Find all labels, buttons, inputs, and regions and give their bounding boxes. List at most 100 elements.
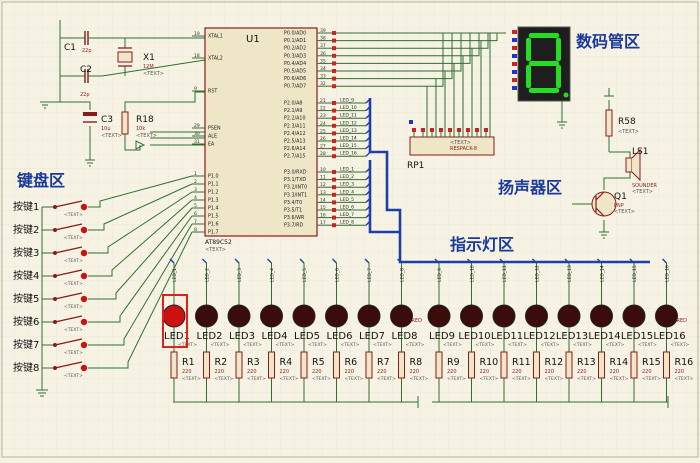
net-label: LED_13	[340, 128, 357, 134]
mcu-pin-number: 14	[320, 197, 326, 203]
led-resistor[interactable]	[533, 351, 540, 379]
resistor-label: R4	[280, 357, 293, 368]
led-resistor[interactable]	[565, 351, 573, 379]
led-lamp-icon[interactable]	[325, 304, 348, 328]
led-lamp-icon[interactable]	[227, 304, 251, 328]
rp1-ref: RP1	[407, 161, 424, 171]
resistor-label: R14	[610, 357, 629, 368]
seg-pin-marker	[512, 46, 517, 50]
mcu-pin-name: P3.6/WR	[284, 215, 305, 221]
key-button-icon[interactable]	[80, 318, 88, 326]
led-resistor[interactable]	[398, 351, 405, 379]
key-button-icon[interactable]	[80, 226, 88, 234]
mcu-pin-number: 2	[194, 179, 197, 185]
mcu-pin-name: P2.7/A15	[284, 154, 306, 160]
led-resistor[interactable]	[500, 351, 508, 379]
led-text: <TEXT>	[476, 342, 495, 348]
led-net-label: LED_8	[400, 268, 406, 282]
resistor-label: R5	[312, 357, 325, 368]
x1-value: 12M	[143, 64, 154, 70]
led-lamp-icon[interactable]	[655, 304, 678, 328]
key-button-icon[interactable]	[80, 249, 88, 257]
resistor-value: 220	[642, 369, 652, 375]
r58-text: <TEXT>	[618, 129, 639, 135]
led-lamp-icon[interactable]	[162, 304, 186, 328]
rp1-pin-marker	[448, 128, 452, 132]
led-lamp-icon[interactable]	[357, 304, 381, 328]
key-text: <TEXT>	[64, 258, 83, 264]
mcu-pin-number: 34	[320, 66, 326, 72]
segment-on	[526, 65, 531, 88]
mcu-pin-number: 12	[320, 182, 326, 188]
led-lamp-icon[interactable]	[557, 304, 581, 328]
key-button-icon[interactable]	[80, 341, 88, 349]
mcu-pin-name: P2.0/A8	[284, 101, 302, 107]
rp1-pin-marker	[409, 120, 413, 124]
led-lamp-icon[interactable]	[622, 304, 646, 328]
net-label: LED_2	[340, 174, 354, 180]
mcu-pin-name: P0.4/AD4	[284, 61, 306, 67]
resistor-text: <TEXT>	[447, 376, 466, 382]
led-text: <TEXT>	[373, 342, 392, 348]
led-resistor[interactable]	[170, 351, 178, 379]
key-contact	[53, 320, 57, 324]
led-resistor[interactable]	[365, 351, 373, 379]
key-button-icon[interactable]	[80, 295, 88, 303]
pin-state-marker	[332, 123, 336, 128]
key-text: <TEXT>	[64, 281, 83, 287]
led-lamp-icon[interactable]	[525, 304, 548, 328]
resistor-r18[interactable]	[121, 111, 129, 135]
led-resistor[interactable]	[300, 351, 308, 379]
led-lamp-icon[interactable]	[390, 304, 413, 328]
key-button-icon[interactable]	[80, 364, 88, 372]
net-label: LED_5	[340, 197, 354, 203]
led-resistor[interactable]	[203, 351, 210, 379]
pin-state-marker	[332, 154, 336, 159]
resistor-text: <TEXT>	[345, 376, 364, 382]
led-resistor[interactable]	[333, 351, 340, 379]
led-lamp-icon[interactable]	[260, 304, 283, 328]
led-label: LED9	[429, 331, 455, 342]
seven-segment-display[interactable]	[517, 26, 571, 102]
led-resistor[interactable]	[663, 351, 670, 379]
mcu-pin-number: 4	[194, 195, 197, 201]
resistor-text: <TEXT>	[512, 376, 531, 382]
mcu-pin-name: P2.1/A9	[284, 108, 302, 114]
led-resistor[interactable]	[598, 351, 605, 379]
mcu-pin-name: P0.2/AD2	[284, 46, 306, 52]
mcu-pin-name: P3.4/T0	[284, 200, 302, 206]
pin-state-marker	[332, 215, 336, 220]
led-net-label: LED_6	[335, 268, 341, 282]
led-lamp-icon[interactable]	[195, 304, 218, 328]
key-button-icon[interactable]	[80, 203, 88, 211]
led-resistor[interactable]	[235, 351, 243, 379]
resistor-r58[interactable]	[605, 109, 613, 137]
resistor-label: R3	[247, 357, 260, 368]
key-contact	[53, 297, 57, 301]
transistor-q1[interactable]	[591, 191, 617, 217]
c3-text: <TEXT>	[101, 133, 122, 139]
key-text: <TEXT>	[64, 212, 83, 218]
pin-state-marker	[332, 146, 336, 151]
pin-state-marker	[332, 108, 336, 113]
mcu-pin-name: P2.3/A11	[284, 123, 306, 129]
mcu-pin-number: 35	[320, 58, 326, 64]
key-text: <TEXT>	[64, 350, 83, 356]
led-resistor[interactable]	[468, 351, 475, 379]
led-resistor[interactable]	[630, 351, 638, 379]
led-lamp-icon[interactable]	[590, 304, 613, 328]
led-lamp-icon[interactable]	[292, 304, 316, 328]
x1-ref: X1	[143, 53, 155, 63]
mcu-pin-name: P0.1/AD1	[284, 38, 306, 44]
mcu-pin-name: P0.5/AD5	[284, 69, 306, 75]
led-resistor[interactable]	[435, 351, 443, 379]
led-resistor[interactable]	[268, 351, 275, 379]
led-lamp-icon[interactable]	[427, 304, 451, 328]
key-button-icon[interactable]	[80, 272, 88, 280]
resistor-label: R13	[577, 357, 596, 368]
mcu-pin-number: 16	[320, 213, 326, 219]
led-lamp-icon[interactable]	[460, 304, 483, 328]
led-lamp-icon[interactable]	[492, 304, 516, 328]
rp1-pin-marker	[412, 128, 416, 132]
u1-part: AT89C52	[205, 239, 232, 246]
